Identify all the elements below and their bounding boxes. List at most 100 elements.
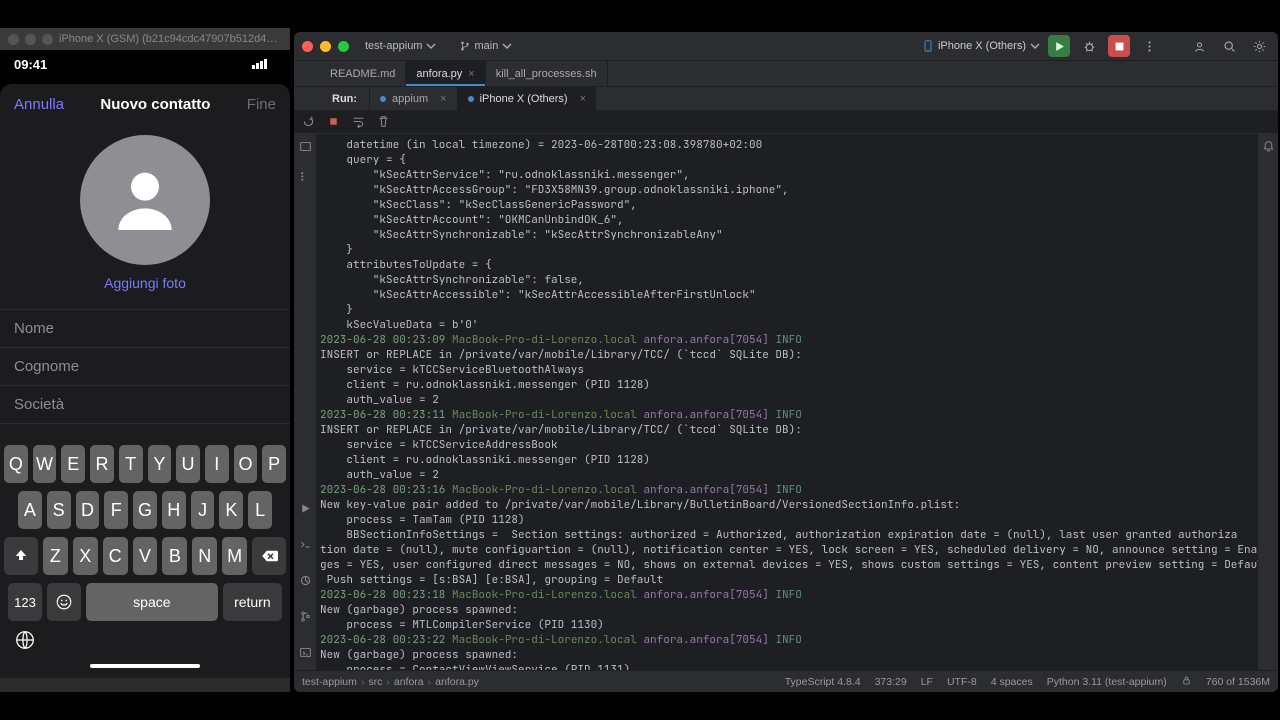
collab-button[interactable] — [1188, 35, 1210, 57]
key-s[interactable]: S — [47, 491, 71, 529]
project-tool-icon[interactable] — [299, 140, 312, 156]
run-status-dot-icon — [468, 96, 474, 102]
key-m[interactable]: M — [222, 537, 247, 575]
key-x[interactable]: X — [73, 537, 98, 575]
editor-tab[interactable]: kill_all_processes.sh — [486, 61, 608, 86]
stop-button[interactable] — [1108, 35, 1130, 57]
breadcrumb-segment[interactable]: anfora.py — [435, 676, 479, 688]
notifications-tool-icon[interactable] — [1262, 140, 1275, 156]
editor-tab[interactable]: anfora.py× — [406, 61, 485, 86]
close-tab-icon[interactable]: × — [580, 93, 586, 105]
zoom-dot-icon[interactable] — [42, 34, 53, 45]
minimize-window-icon[interactable] — [320, 41, 331, 52]
branch-name: main — [474, 40, 498, 52]
stop-icon — [1113, 40, 1126, 53]
emoji-key[interactable] — [47, 583, 81, 621]
last-name-field[interactable]: Cognome — [0, 348, 290, 386]
key-k[interactable]: K — [219, 491, 243, 529]
return-key[interactable]: return — [223, 583, 282, 621]
shift-key[interactable] — [4, 537, 38, 575]
editor-tab[interactable]: README.md — [320, 61, 406, 86]
breadcrumb-segment[interactable]: src — [368, 676, 382, 688]
close-window-icon[interactable] — [302, 41, 313, 52]
stop-console-button[interactable] — [327, 115, 340, 128]
key-z[interactable]: Z — [43, 537, 68, 575]
key-y[interactable]: Y — [148, 445, 172, 483]
run-target-selector[interactable]: iPhone X (Others) — [922, 40, 1040, 52]
key-r[interactable]: R — [90, 445, 114, 483]
key-v[interactable]: V — [133, 537, 158, 575]
status-le[interactable]: LF — [921, 676, 933, 688]
close-dot-icon[interactable] — [8, 34, 19, 45]
key-b[interactable]: B — [162, 537, 187, 575]
cancel-button[interactable]: Annulla — [14, 96, 64, 113]
simulator-window: iPhone X (GSM) (b21c94cdc47907b512d445c5… — [0, 28, 290, 692]
key-c[interactable]: C — [103, 537, 128, 575]
space-key[interactable]: space — [86, 583, 218, 621]
run-tool-icon[interactable] — [299, 502, 312, 518]
right-tool-strip — [1258, 134, 1278, 670]
company-field[interactable]: Società — [0, 386, 290, 424]
run-config-tab[interactable]: appium × — [369, 87, 457, 110]
clear-console-button[interactable] — [377, 115, 390, 128]
breadcrumb-segment[interactable]: anfora — [394, 676, 424, 688]
console-output[interactable]: datetime (in local timezone) = 2023-06-2… — [316, 134, 1258, 670]
structure-tool-icon[interactable] — [299, 170, 312, 186]
breadcrumb-segment[interactable]: test-appium — [302, 676, 357, 688]
key-o[interactable]: O — [234, 445, 258, 483]
run-button[interactable] — [1048, 35, 1070, 57]
key-h[interactable]: H — [162, 491, 186, 529]
breadcrumbs[interactable]: test-appium›src›anfora›anfora.py — [302, 676, 479, 688]
key-i[interactable]: I — [205, 445, 229, 483]
key-g[interactable]: G — [133, 491, 157, 529]
backspace-key[interactable] — [252, 537, 286, 575]
settings-button[interactable] — [1248, 35, 1270, 57]
status-mem[interactable]: 760 of 1536M — [1206, 676, 1270, 688]
search-button[interactable] — [1218, 35, 1240, 57]
close-tab-icon[interactable]: × — [440, 93, 446, 105]
status-enc[interactable]: UTF-8 — [947, 676, 977, 688]
key-t[interactable]: T — [119, 445, 143, 483]
rerun-button[interactable] — [302, 115, 315, 128]
status-lang[interactable]: TypeScript 4.8.4 — [785, 676, 861, 688]
key-l[interactable]: L — [248, 491, 272, 529]
key-f[interactable]: F — [104, 491, 128, 529]
globe-icon[interactable] — [14, 629, 36, 654]
services-tool-icon[interactable] — [299, 574, 312, 590]
branch-selector[interactable]: main — [452, 38, 520, 54]
project-selector[interactable]: test-appium — [357, 38, 444, 54]
run-config-label: appium — [392, 93, 428, 105]
add-photo-button[interactable]: Aggiungi foto — [104, 275, 186, 291]
run-config-tab[interactable]: iPhone X (Others)× — [457, 87, 596, 110]
status-indent[interactable]: 4 spaces — [991, 676, 1033, 688]
close-tab-icon[interactable]: × — [468, 68, 474, 80]
key-q[interactable]: Q — [4, 445, 28, 483]
home-indicator[interactable] — [90, 664, 200, 668]
key-d[interactable]: D — [76, 491, 100, 529]
shift-icon — [13, 548, 29, 564]
zoom-window-icon[interactable] — [338, 41, 349, 52]
python-console-icon[interactable] — [299, 538, 312, 554]
status-pos[interactable]: 373:29 — [875, 676, 907, 688]
key-u[interactable]: U — [176, 445, 200, 483]
contact-avatar-placeholder[interactable] — [80, 135, 210, 265]
status-interp[interactable]: Python 3.11 (test-appium) — [1047, 676, 1167, 688]
key-n[interactable]: N — [192, 537, 217, 575]
soft-wrap-button[interactable] — [352, 115, 365, 128]
terminal-tool-icon[interactable] — [299, 646, 312, 662]
key-e[interactable]: E — [61, 445, 85, 483]
more-actions-button[interactable] — [1138, 35, 1160, 57]
key-p[interactable]: P — [262, 445, 286, 483]
key-j[interactable]: J — [191, 491, 215, 529]
debug-button[interactable] — [1078, 35, 1100, 57]
ios-keyboard: QWERTYUIOP ASDFGHJKL ZXCVBNM 123 space r… — [0, 439, 290, 678]
vcs-tool-icon[interactable] — [299, 610, 312, 626]
minimize-dot-icon[interactable] — [25, 34, 36, 45]
key-a[interactable]: A — [18, 491, 42, 529]
numbers-key[interactable]: 123 — [8, 583, 42, 621]
run-tool-tabs: Run: appium×iPhone X (Others)× — [294, 86, 1278, 110]
status-lock[interactable] — [1181, 675, 1192, 689]
key-w[interactable]: W — [33, 445, 57, 483]
done-button[interactable]: Fine — [247, 96, 276, 113]
first-name-field[interactable]: Nome — [0, 309, 290, 348]
